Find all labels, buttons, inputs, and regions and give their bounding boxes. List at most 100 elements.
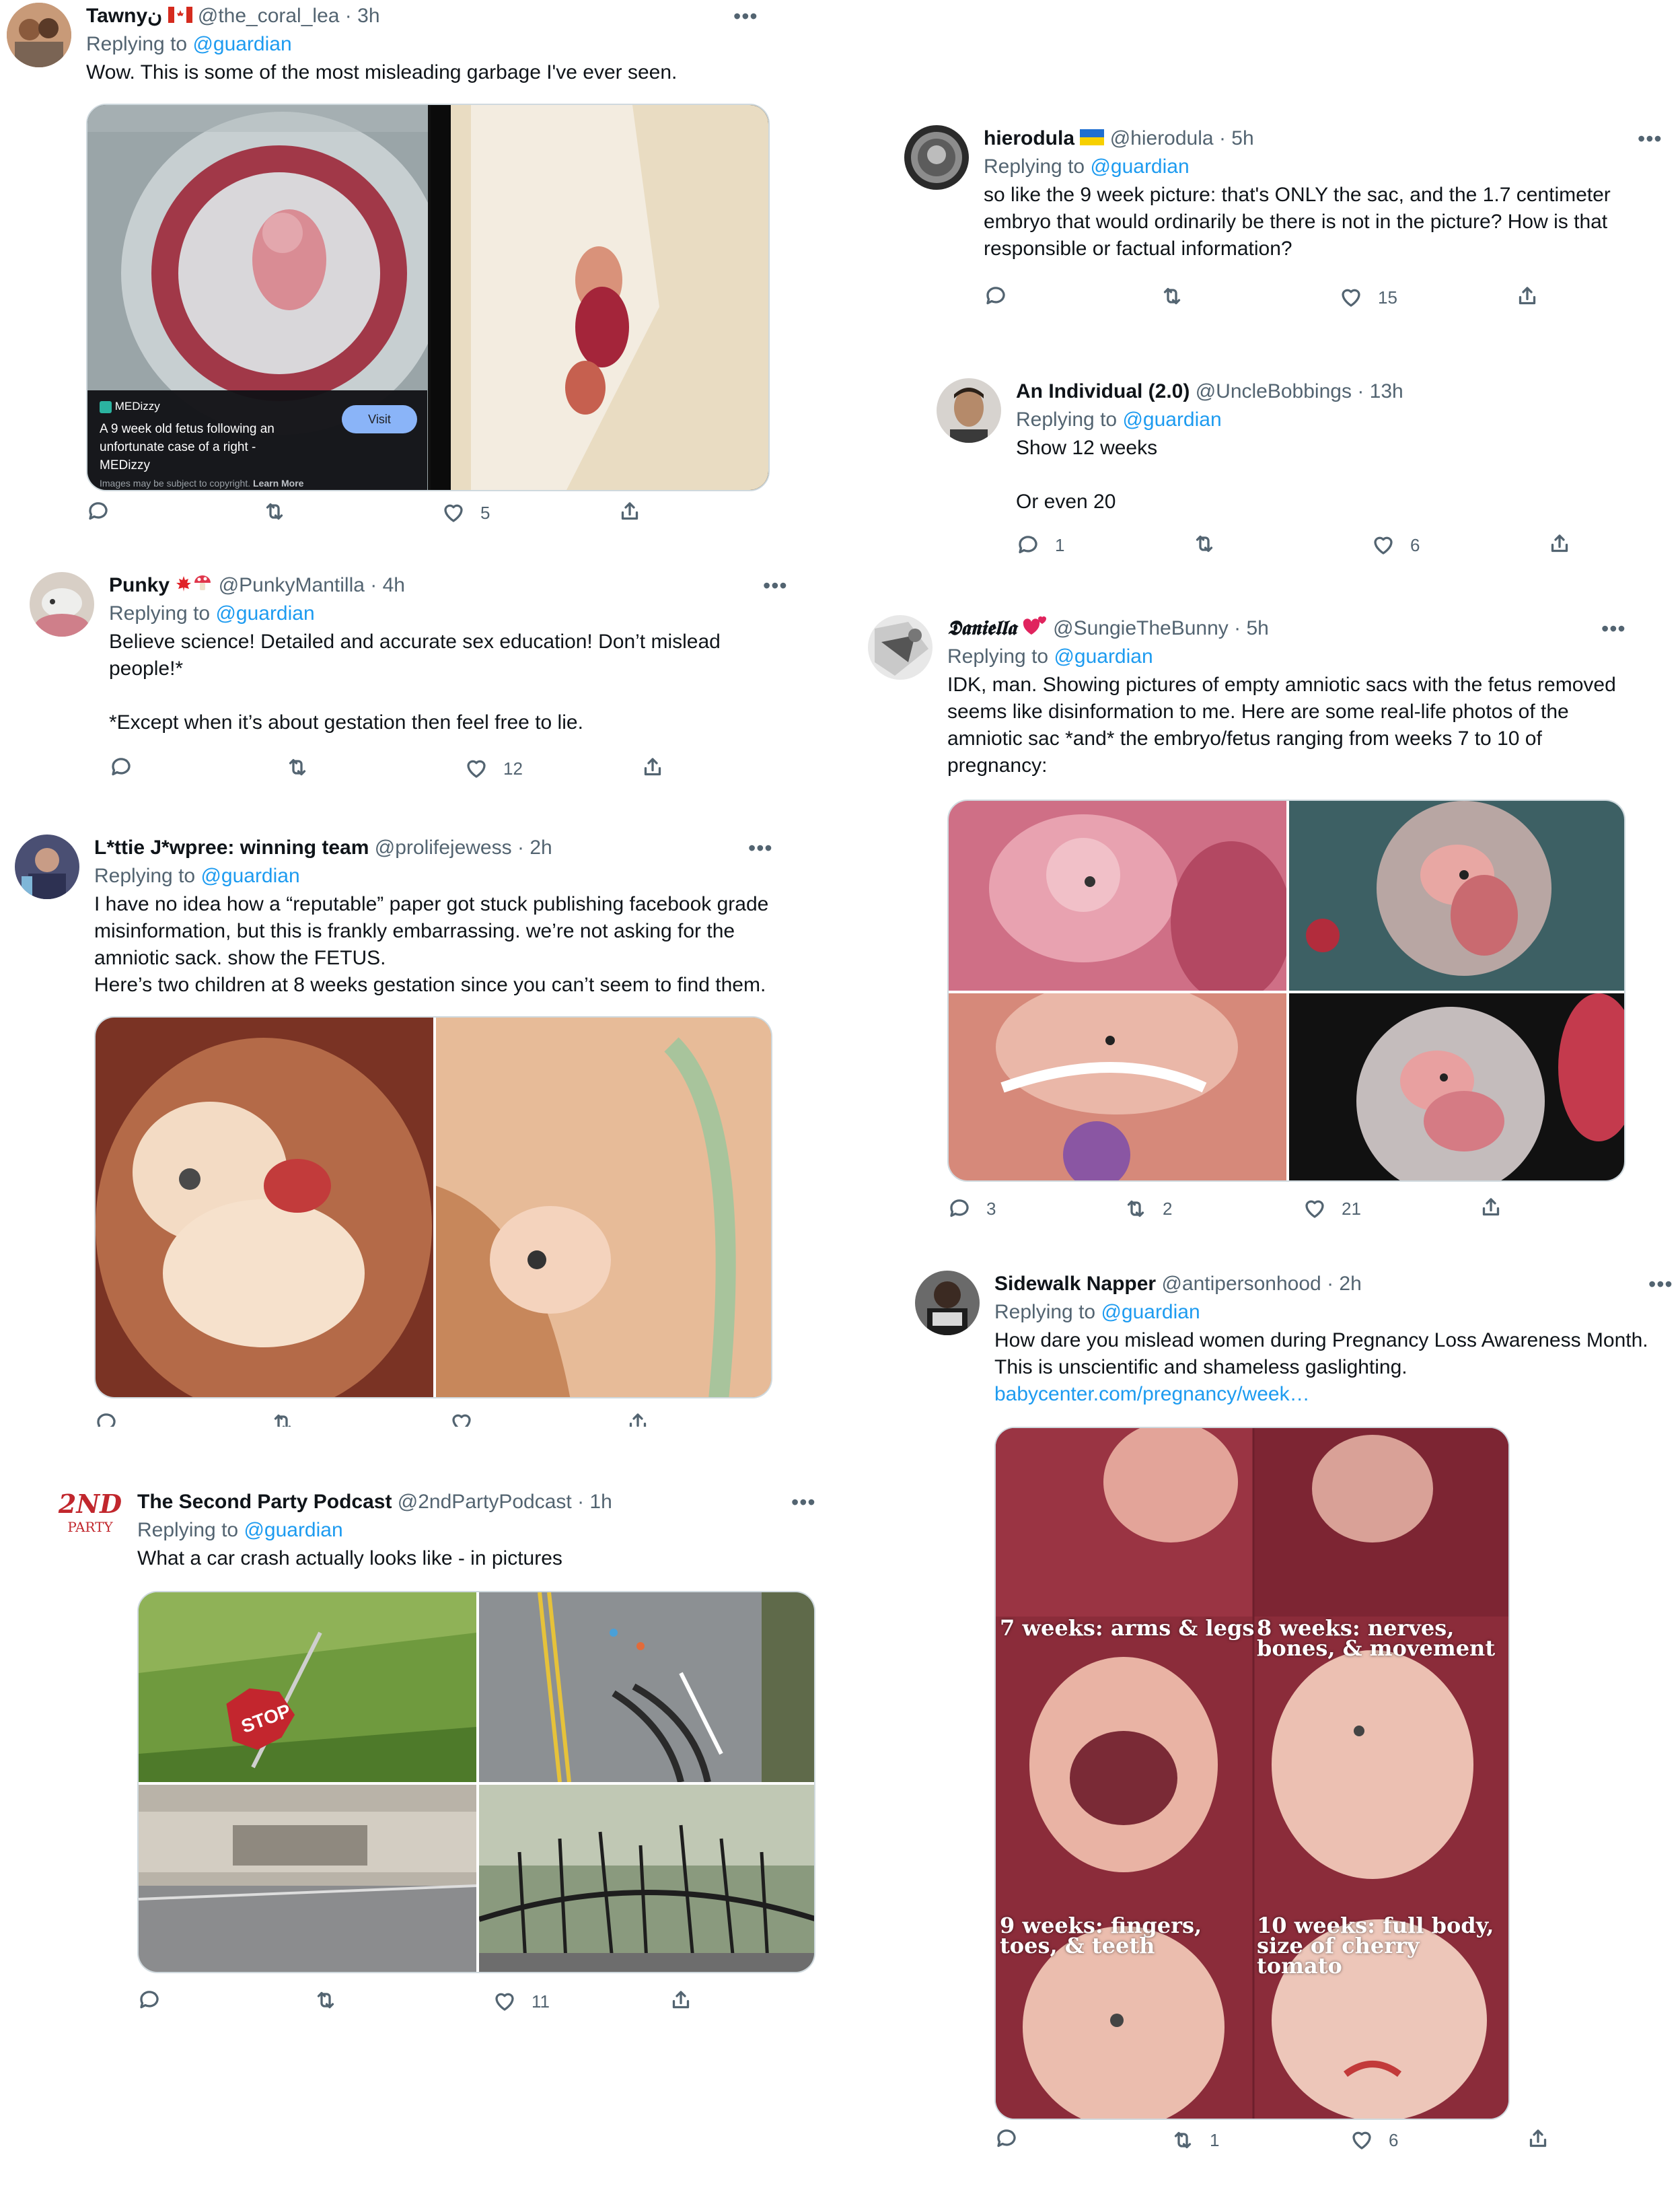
retweet-button[interactable]	[314, 1988, 338, 2012]
bent-fence-photo[interactable]	[479, 1785, 814, 1972]
timestamp[interactable]: 1h	[589, 1491, 612, 1513]
share-button[interactable]	[1479, 1195, 1503, 1219]
infographic-image[interactable]	[996, 1428, 1508, 2119]
like-button[interactable]: 15	[1339, 284, 1397, 311]
card-title[interactable]: A 9 week old fetus following an unfortun…	[100, 420, 301, 474]
user-name[interactable]: An Individual (2.0)	[1016, 380, 1190, 402]
embryo-photo-1[interactable]	[949, 801, 1286, 991]
stop-sign-photo[interactable]: STOP	[139, 1592, 476, 1782]
mention-link[interactable]: @guardian	[192, 33, 291, 55]
more-options-icon[interactable]: •••	[791, 1489, 816, 1516]
user-handle[interactable]: @UncleBobbings	[1196, 380, 1352, 402]
mention-link[interactable]: @guardian	[1122, 409, 1221, 431]
retweet-button[interactable]	[270, 1411, 295, 1427]
more-options-icon[interactable]: •••	[733, 3, 758, 30]
user-name[interactable]: L*ttie J*wpree: winning team	[94, 837, 369, 859]
reply-button[interactable]: 3	[947, 1195, 996, 1222]
fetus-photo-left[interactable]	[96, 1018, 433, 1397]
user-handle[interactable]: @PunkyMantilla	[219, 574, 365, 596]
retweet-button[interactable]	[285, 755, 309, 779]
retweet-button[interactable]	[1192, 532, 1216, 556]
share-button[interactable]	[641, 755, 665, 779]
share-button[interactable]	[1547, 532, 1572, 556]
reply-button[interactable]	[994, 2127, 1019, 2151]
reply-button[interactable]	[137, 1988, 161, 2012]
avatar[interactable]	[904, 125, 969, 190]
more-options-icon[interactable]: •••	[763, 572, 788, 599]
mention-link[interactable]: @guardian	[215, 602, 314, 625]
avatar[interactable]	[915, 1271, 980, 1335]
avatar[interactable]	[15, 835, 79, 899]
user-handle[interactable]: @antipersonhood	[1161, 1273, 1321, 1295]
avatar[interactable]	[937, 378, 1001, 443]
tweet-media-infographic[interactable]: 7 weeks: arms & legs 8 weeks: nerves, bo…	[994, 1427, 1510, 2120]
timestamp[interactable]: 5h	[1246, 617, 1268, 639]
timestamp[interactable]: 4h	[383, 574, 405, 596]
retweet-button[interactable]	[262, 499, 287, 524]
user-handle[interactable]: @2ndPartyPodcast	[398, 1491, 572, 1513]
embryo-photo-2[interactable]	[1289, 801, 1624, 991]
reply-button[interactable]	[94, 1411, 118, 1427]
tweet-second-party-podcast[interactable]: 2ND PARTY The Second Party Podcast @2ndP…	[58, 1489, 825, 2027]
reply-button[interactable]	[86, 499, 110, 524]
share-button[interactable]	[669, 1988, 693, 2012]
fetus-in-bowl-image[interactable]: MEDizzy A 9 week old fetus following an …	[87, 105, 428, 490]
embryo-photo-3[interactable]	[949, 993, 1286, 1180]
retweet-button[interactable]: 1	[1171, 2127, 1219, 2154]
avatar[interactable]	[7, 3, 71, 67]
reply-button[interactable]	[984, 284, 1008, 308]
user-name[interactable]: hierodula	[984, 127, 1074, 149]
user-handle[interactable]: @hierodula	[1110, 127, 1214, 149]
fetus-on-gauze-image[interactable]	[431, 105, 768, 490]
share-button[interactable]	[618, 499, 642, 524]
reply-button[interactable]: 1	[1016, 532, 1064, 559]
mention-link[interactable]: @guardian	[1054, 645, 1153, 668]
like-button[interactable]: 6	[1350, 2127, 1398, 2154]
more-options-icon[interactable]: •••	[748, 835, 773, 861]
like-button[interactable]	[449, 1411, 474, 1427]
reply-button[interactable]	[109, 755, 133, 779]
user-name[interactable]: The Second Party Podcast	[137, 1491, 392, 1513]
learn-more-link[interactable]: Learn More	[253, 478, 303, 489]
tweet-punky[interactable]: Punky @PunkyMantilla · 4h Replying to @g…	[30, 572, 797, 794]
user-name[interactable]: 𝕯𝖆𝖓𝖎𝖊𝖑𝖑𝖆	[947, 616, 1016, 640]
user-name[interactable]: Sidewalk Napper	[994, 1273, 1156, 1295]
more-options-icon[interactable]: •••	[1648, 1271, 1673, 1298]
tweet-media-grid[interactable]: STOP	[137, 1591, 815, 1973]
external-link[interactable]: babycenter.com/pregnancy/week…	[994, 1381, 1674, 1408]
broken-wall-photo[interactable]	[139, 1785, 476, 1972]
tweet-hierodula[interactable]: hierodula @hierodula · 5h Replying to @g…	[904, 125, 1671, 320]
road-skid-marks-photo[interactable]	[479, 1592, 814, 1782]
fetus-photo-right[interactable]	[436, 1018, 771, 1397]
mention-link[interactable]: @guardian	[1090, 155, 1189, 178]
timestamp[interactable]: 5h	[1231, 127, 1253, 149]
avatar[interactable]	[868, 615, 933, 680]
tweet-daniella[interactable]: 𝕯𝖆𝖓𝖎𝖊𝖑𝖑𝖆 @SungieTheBunny · 5h Replying t…	[868, 615, 1642, 1241]
user-handle[interactable]: @SungieTheBunny	[1053, 617, 1229, 639]
visit-button[interactable]: Visit	[342, 405, 417, 433]
retweet-button[interactable]	[1160, 284, 1184, 308]
like-button[interactable]: 6	[1371, 532, 1420, 559]
more-options-icon[interactable]: •••	[1638, 125, 1663, 152]
share-button[interactable]	[1526, 2127, 1550, 2151]
tweet-an-individual[interactable]: An Individual (2.0) @UncleBobbings · 13h…	[937, 378, 1670, 573]
like-button[interactable]: 12	[464, 755, 523, 782]
like-button[interactable]: 11	[492, 1988, 550, 2015]
timestamp[interactable]: 2h	[1339, 1273, 1361, 1295]
avatar[interactable]	[30, 572, 94, 637]
like-button[interactable]: 5	[441, 499, 490, 526]
user-name[interactable]: Tawny	[86, 5, 147, 27]
tweet-lottie[interactable]: L*ttie J*wpree: winning team @prolifejew…	[15, 835, 789, 1427]
mention-link[interactable]: @guardian	[1101, 1301, 1200, 1323]
avatar[interactable]: 2ND PARTY	[58, 1489, 122, 1553]
mention-link[interactable]: @guardian	[200, 865, 299, 887]
mention-link[interactable]: @guardian	[244, 1519, 342, 1541]
link-card[interactable]: MEDizzy A 9 week old fetus following an …	[87, 390, 427, 490]
retweet-button[interactable]: 2	[1124, 1195, 1172, 1222]
share-button[interactable]	[1515, 284, 1539, 308]
more-options-icon[interactable]: •••	[1601, 615, 1626, 642]
like-button[interactable]: 21	[1303, 1195, 1361, 1222]
user-handle[interactable]: @prolifejewess	[375, 837, 512, 859]
tweet-media[interactable]: MEDizzy A 9 week old fetus following an …	[86, 104, 770, 491]
timestamp[interactable]: 13h	[1370, 380, 1403, 402]
